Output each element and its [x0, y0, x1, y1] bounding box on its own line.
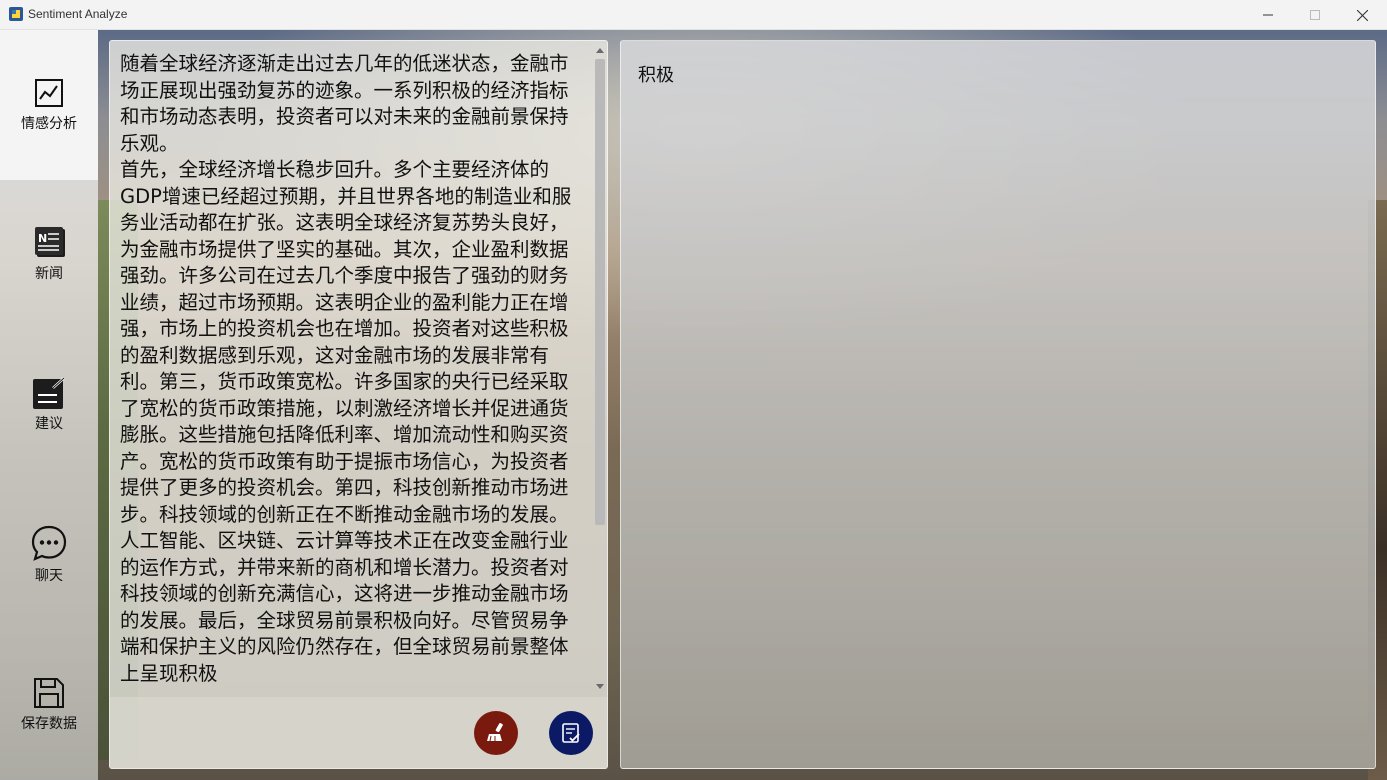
- maximize-button[interactable]: [1292, 0, 1338, 30]
- window-title: Sentiment Analyze: [28, 7, 128, 21]
- clear-button[interactable]: [474, 711, 518, 755]
- chat-bubble-icon: [31, 525, 67, 561]
- input-panel: 随着全球经济逐渐走出过去几年的低迷状态，金融市场正展现出强劲复苏的迹象。一系列积…: [109, 40, 608, 769]
- sidebar-item-label: 建议: [35, 416, 63, 432]
- broom-icon: [487, 723, 503, 742]
- scroll-down-arrow-icon[interactable]: [596, 684, 604, 689]
- sidebar-item-save-data[interactable]: 保存数据: [0, 630, 98, 780]
- vertical-scrollbar[interactable]: [592, 41, 607, 697]
- sidebar-item-chat[interactable]: 聊天: [0, 480, 98, 630]
- close-button[interactable]: [1339, 0, 1385, 30]
- app-icon: [9, 7, 23, 21]
- sidebar: 情感分析 N 新闻 建议 聊天 保存数据: [0, 30, 98, 780]
- maximize-icon: [1310, 10, 1320, 20]
- minimize-icon: [1263, 14, 1273, 16]
- sidebar-item-sentiment-analysis[interactable]: 情感分析: [0, 30, 98, 180]
- sidebar-item-news[interactable]: N 新闻: [0, 180, 98, 330]
- news-icon: N: [35, 227, 65, 257]
- input-text-area[interactable]: 随着全球经济逐渐走出过去几年的低迷状态，金融市场正展现出强劲复苏的迹象。一系列积…: [110, 41, 590, 697]
- sidebar-item-label: 新闻: [35, 266, 63, 282]
- action-bar: [110, 697, 607, 768]
- sidebar-item-label: 情感分析: [21, 116, 77, 132]
- title-bar[interactable]: Sentiment Analyze: [0, 0, 1387, 30]
- minimize-button[interactable]: [1245, 0, 1291, 30]
- result-panel: 积极: [620, 40, 1376, 769]
- scroll-thumb[interactable]: [595, 59, 605, 525]
- note-edit-icon: [33, 377, 65, 409]
- sentiment-result: 积极: [638, 65, 674, 86]
- svg-text:N: N: [38, 232, 47, 245]
- analyze-button[interactable]: [549, 711, 593, 755]
- sidebar-item-label: 保存数据: [21, 716, 77, 732]
- scroll-up-arrow-icon[interactable]: [596, 48, 604, 53]
- close-icon: [1356, 9, 1368, 21]
- chart-line-icon: [35, 79, 63, 107]
- sidebar-item-label: 聊天: [35, 568, 63, 584]
- sidebar-item-suggestions[interactable]: 建议: [0, 330, 98, 480]
- input-text[interactable]: 随着全球经济逐渐走出过去几年的低迷状态，金融市场正展现出强劲复苏的迹象。一系列积…: [110, 41, 590, 687]
- save-icon: [34, 678, 64, 708]
- document-check-icon: [562, 723, 580, 743]
